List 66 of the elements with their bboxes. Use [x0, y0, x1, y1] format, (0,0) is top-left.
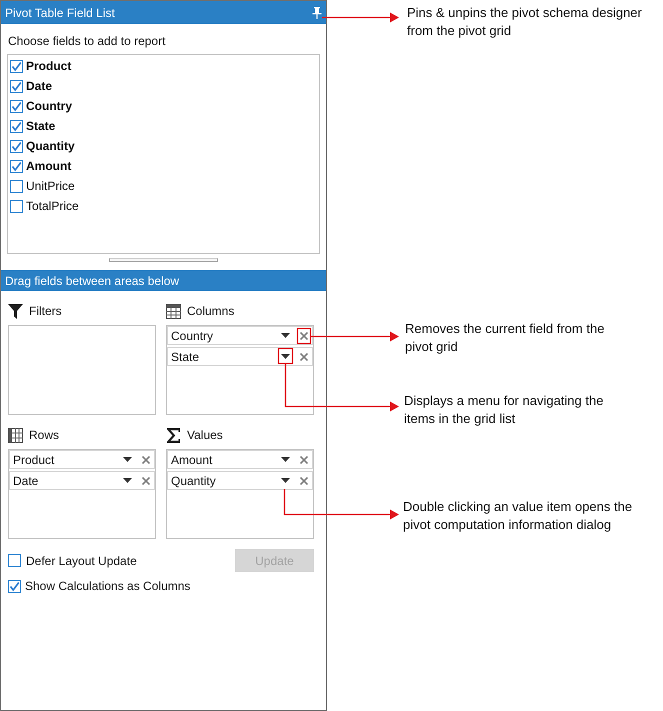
drop-area[interactable]: Product Date — [8, 449, 156, 539]
caret-icon[interactable] — [281, 333, 290, 338]
checkbox[interactable] — [10, 160, 23, 172]
field-item[interactable]: Date — [9, 471, 155, 490]
checkbox[interactable] — [10, 100, 23, 112]
sigma-icon — [166, 428, 181, 442]
checkbox[interactable] — [10, 60, 23, 72]
close-icon[interactable] — [142, 476, 150, 484]
field-item[interactable]: State — [167, 347, 313, 366]
caret-icon[interactable] — [123, 478, 132, 483]
checkbox[interactable] — [10, 200, 23, 212]
field-item[interactable]: Quantity — [167, 471, 313, 490]
highlight-frame — [296, 328, 312, 344]
table-icon — [166, 304, 181, 318]
field-name: Product — [13, 452, 56, 466]
panel-title: Pivot Table Field List — [5, 6, 115, 20]
field-name: State — [26, 119, 56, 133]
field-name: Product — [26, 59, 72, 73]
field-name: UnitPrice — [26, 179, 75, 193]
field-item[interactable]: Country — [167, 326, 313, 345]
checkbox[interactable] — [10, 120, 23, 132]
funnel-icon — [8, 304, 23, 318]
field-name: Country — [26, 99, 72, 113]
field-name: Country — [171, 328, 214, 342]
area-label: Values — [187, 428, 223, 442]
checkbox[interactable] — [8, 554, 21, 567]
checkbox[interactable] — [8, 580, 21, 592]
resize-grip[interactable] — [109, 258, 218, 262]
section-label: Choose fields to add to report — [8, 33, 166, 49]
field-name: Date — [13, 474, 40, 488]
option-label: Show Calculations as Columns — [25, 579, 190, 593]
caret-icon[interactable] — [281, 457, 290, 462]
area-label: Filters — [29, 304, 62, 318]
checkbox[interactable] — [10, 180, 23, 192]
caret-icon[interactable] — [123, 457, 132, 462]
highlight-frame — [278, 348, 294, 364]
callout-text: Pins & unpins the pivot schema designer from the pivot grid — [407, 4, 642, 40]
caret-icon[interactable] — [281, 354, 290, 359]
close-icon[interactable] — [300, 352, 308, 360]
area-label: Rows — [29, 428, 60, 442]
checkbox[interactable] — [10, 80, 23, 92]
grid-icon — [8, 428, 23, 442]
close-icon[interactable] — [142, 456, 150, 464]
pin-icon[interactable] — [312, 6, 322, 18]
field-item[interactable]: Product — [9, 450, 155, 469]
area-label: Columns — [187, 304, 234, 318]
field-name: Date — [26, 79, 52, 93]
section-title: Drag fields between areas below — [5, 274, 180, 288]
field-name: TotalPrice — [26, 199, 79, 213]
field-item[interactable]: Amount — [167, 450, 313, 469]
close-icon[interactable] — [300, 476, 308, 484]
field-name: Quantity — [26, 139, 75, 153]
option-label: Defer Layout Update — [26, 554, 137, 568]
field-name: State — [171, 350, 200, 364]
field-name: Quantity — [171, 474, 217, 488]
close-icon[interactable] — [300, 332, 308, 340]
callout-text: Removes the current field from the pivot grid — [405, 320, 604, 356]
drop-area[interactable]: Amount Quantity — [166, 449, 314, 539]
field-name: Amount — [26, 159, 72, 173]
checkbox[interactable] — [10, 140, 23, 152]
close-icon[interactable] — [300, 456, 308, 464]
callout-text: Displays a menu for navigating the items in the grid list — [404, 392, 604, 428]
caret-icon[interactable] — [281, 478, 290, 483]
field-name: Amount — [171, 452, 214, 466]
drop-area[interactable]: Country State — [166, 325, 314, 415]
callout-text: Double clicking an value item opens the pivot computation information dialog — [403, 498, 632, 534]
